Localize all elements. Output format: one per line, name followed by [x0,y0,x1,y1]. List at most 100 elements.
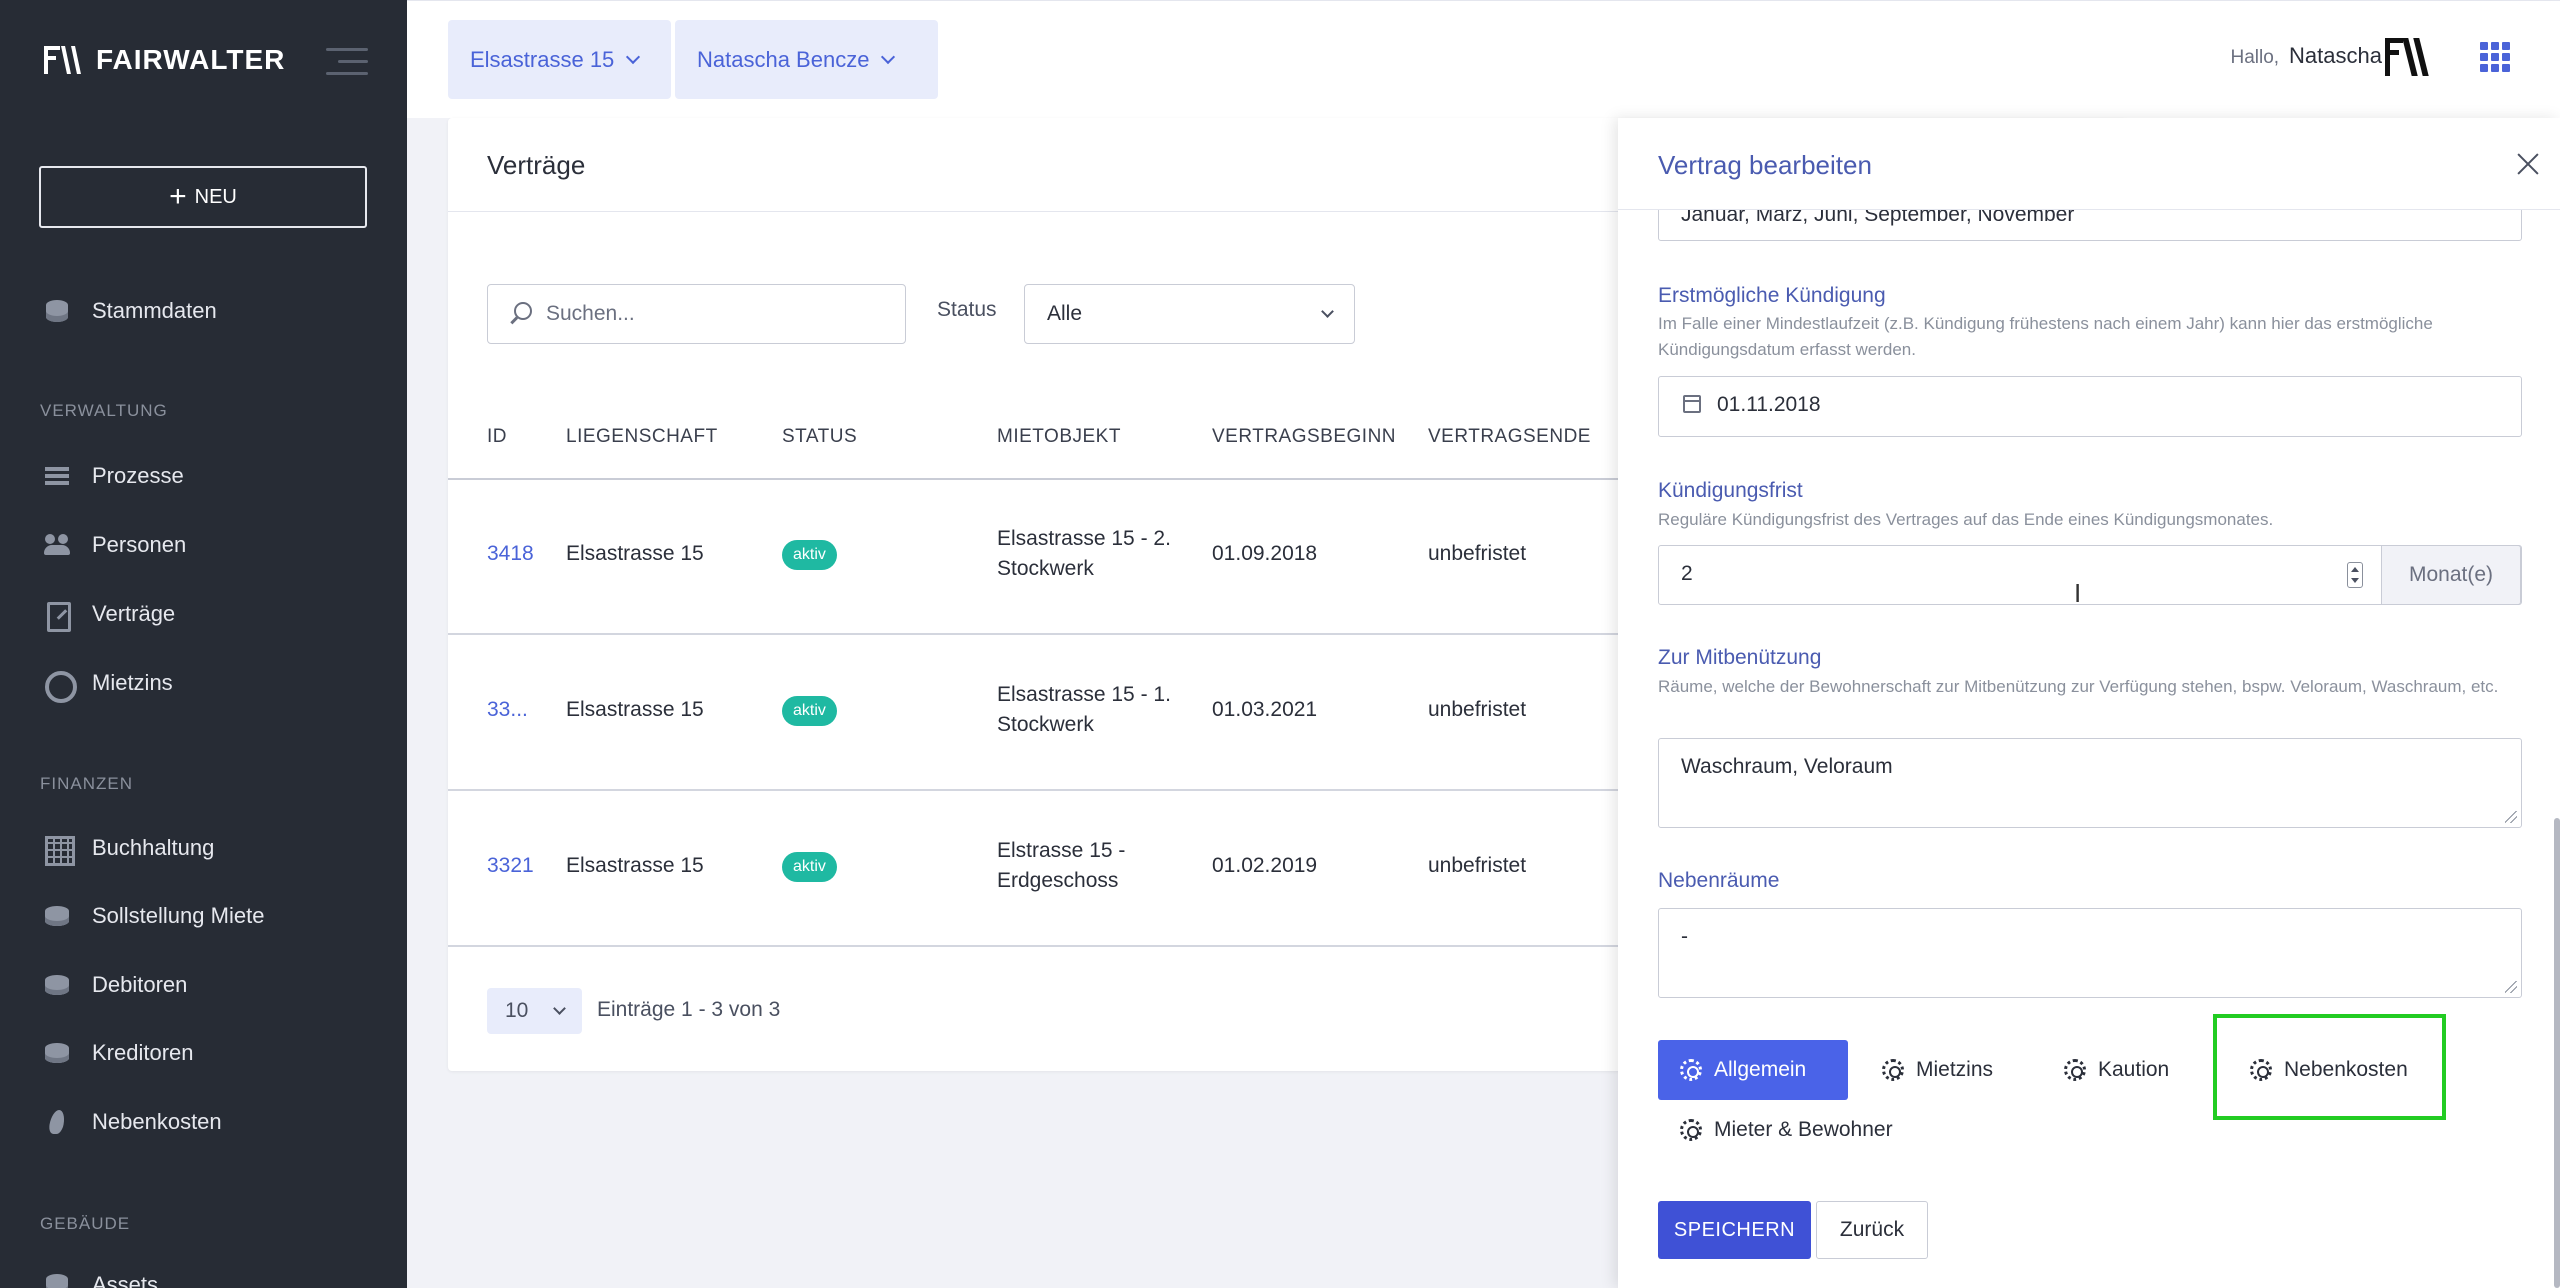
sidebar-item-mietzins[interactable]: Mietzins [44,670,173,703]
new-button[interactable]: + NEU [39,166,367,228]
tab-nebenkosten[interactable]: Nebenkosten [2228,1040,2430,1100]
coin-icon [44,670,77,703]
back-button[interactable]: Zurück [1816,1201,1928,1259]
sidebar-item-label: Personen [92,532,187,557]
sidebar-item-label: Stammdaten [92,298,217,323]
sidebar-item-prozesse[interactable]: Prozesse [44,463,184,489]
sidebar-item-label: Buchhaltung [92,835,215,860]
page-size-select[interactable]: 10 [487,988,582,1034]
edit-contract-panel: Vertrag bearbeiten Januar, März, Juni, S… [1618,118,2560,1288]
column-header-liegenschaft[interactable]: LIEGENSCHAFT [566,426,718,448]
row-vertragsbeginn: 01.09.2018 [1212,542,1318,565]
row-vertragsende: unbefristet [1428,854,1527,877]
row-vertragsbeginn: 01.02.2019 [1212,854,1318,877]
people-icon [44,532,70,558]
nebenraeume-textarea[interactable]: - [1658,908,2522,998]
resize-handle-icon[interactable] [2505,811,2517,823]
new-button-label: NEU [194,185,237,208]
kuendigung-date-value: 01.11.2018 [1717,393,1821,416]
save-button[interactable]: SPEICHERN [1658,1201,1811,1259]
sidebar-item-label: Mietzins [92,670,173,695]
column-header-id[interactable]: ID [487,426,507,448]
sidebar-item-buchhaltung[interactable]: Buchhaltung [44,835,215,866]
menu-toggle-icon[interactable] [326,48,368,76]
sidebar-item-label: Verträge [92,601,176,626]
chevron-down-icon [553,1002,566,1015]
tab-label: Nebenkosten [2284,1058,2408,1081]
gear-icon [1882,1059,1904,1081]
document-edit-icon [44,601,71,632]
database-icon [44,298,70,324]
user-avatar-logo[interactable] [2385,34,2435,80]
row-mietobjekt-line2: Stockwerk [997,557,1094,580]
kuendigungsfrist-label: Kündigungsfrist [1658,479,1803,502]
tab-mietzins[interactable]: Mietzins [1860,1040,2015,1100]
nebenraeume-value: - [1681,925,1688,948]
greeting-text: Hallo, [2230,47,2280,68]
fairwalter-logo[interactable]: FAIRWALTER [44,44,285,76]
logo-text: FAIRWALTER [96,44,286,75]
tab-allgemein[interactable]: Allgemein [1658,1040,1848,1100]
row-vertragsende: unbefristet [1428,698,1527,721]
tab-kaution[interactable]: Kaution [2042,1040,2191,1100]
text-cursor-icon: I [2074,578,2082,608]
search-input[interactable] [546,302,886,326]
number-stepper-icon[interactable] [2347,562,2363,588]
sidebar-item-assets[interactable]: Assets [44,1272,158,1288]
sidebar-item-nebenkosten[interactable]: Nebenkosten [44,1109,222,1135]
sidebar-item-stammdaten[interactable]: Stammdaten [44,298,217,324]
status-filter-select[interactable]: Alle [1024,284,1355,344]
sidebar-item-label: Kreditoren [92,1040,194,1065]
sidebar-item-personen[interactable]: Personen [44,532,186,558]
search-field[interactable] [487,284,906,344]
kuendigungsfrist-input[interactable]: 2 Monat(e) [1658,544,2522,605]
kuendigung-help: Im Falle einer Mindestlaufzeit (z.B. Kün… [1658,314,2433,359]
kuendigung-date-field[interactable]: 01.11.2018 [1658,376,2522,437]
person-selector[interactable]: Natascha Bencze [675,20,938,99]
sidebar-item-label: Prozesse [92,463,184,488]
resize-handle-icon[interactable] [2505,981,2517,993]
row-id-link[interactable]: 3321 [487,851,534,881]
person-selector-label: Natascha Bencze [697,46,870,72]
close-icon[interactable] [2516,152,2540,176]
column-header-vertragsende[interactable]: VERTRAGSENDE [1428,426,1591,448]
panel-title: Vertrag bearbeiten [1658,150,1872,180]
row-mietobjekt-line1: Elstrasse 15 - [997,839,1126,862]
page-size-value: 10 [505,999,529,1022]
user-greeting[interactable]: Hallo, Natascha [2230,43,2382,69]
apps-grid-icon[interactable] [2480,42,2510,72]
row-vertragsende: unbefristet [1428,542,1527,565]
chevron-down-icon [881,49,896,64]
row-id-link[interactable]: 3418 [487,539,534,569]
tab-label: Mietzins [1916,1058,1994,1081]
mitbenuetzung-textarea[interactable]: Waschraum, Veloraum [1658,738,2522,828]
panel-scrollbar[interactable] [2554,818,2560,1288]
column-header-mietobjekt[interactable]: MIETOBJEKT [997,426,1121,448]
gear-icon [2250,1059,2272,1081]
tab-mieter-bewohner[interactable]: Mieter & Bewohner [1658,1100,1915,1160]
panel-header: Vertrag bearbeiten [1618,118,2560,210]
sidebar-item-debitoren[interactable]: Debitoren [44,972,187,998]
column-header-status[interactable]: STATUS [782,426,857,448]
property-selector[interactable]: Elsastrasse 15 [448,20,671,99]
tab-label: Kaution [2098,1058,2170,1081]
topbar: Elsastrasse 15 Natascha Bencze Hallo, Na… [407,0,2560,118]
sidebar-item-vertraege[interactable]: Verträge [44,601,176,632]
sidebar-item-label: Assets [92,1272,159,1288]
sidebar-item-sollstellung-miete[interactable]: Sollstellung Miete [44,903,264,929]
search-icon [508,302,532,326]
status-badge: aktiv [782,852,837,882]
status-badge: aktiv [782,696,837,726]
row-liegenschaft: Elsastrasse 15 [566,542,704,565]
kuendigungsfrist-help: Reguläre Kündigungsfrist des Vertrages a… [1658,510,2274,529]
sidebar-item-label: Nebenkosten [92,1109,222,1134]
nebenraeume-label: Nebenräume [1658,869,1780,892]
column-header-vertragsbeginn[interactable]: VERTRAGSBEGINN [1212,426,1396,448]
sidebar-item-kreditoren[interactable]: Kreditoren [44,1040,194,1066]
list-icon [44,463,70,489]
row-mietobjekt-line2: Stockwerk [997,713,1094,736]
mitbenuetzung-value: Waschraum, Veloraum [1681,755,1893,778]
property-selector-label: Elsastrasse 15 [470,46,615,72]
row-id-link[interactable]: 33... [487,695,528,725]
kuendigungsfrist-value: 2 [1681,562,1693,585]
